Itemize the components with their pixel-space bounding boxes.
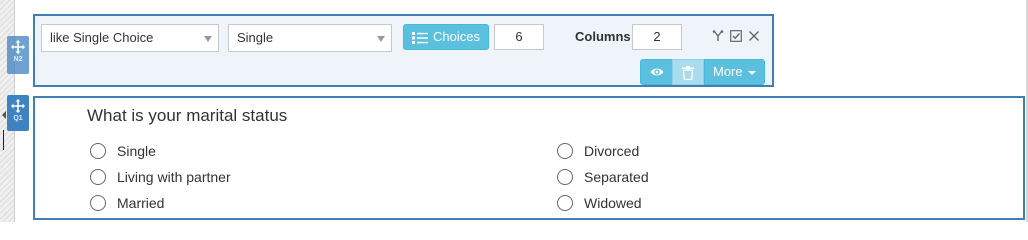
delete-button[interactable] — [672, 59, 704, 85]
preview-button[interactable] — [640, 59, 673, 85]
question-type-value: like Single Choice — [50, 30, 154, 45]
option-label: Married — [117, 195, 165, 211]
choices-button[interactable]: Choices — [403, 24, 489, 50]
choices-list-icon — [412, 32, 428, 44]
radio-button[interactable] — [557, 195, 573, 211]
option-label: Single — [117, 143, 156, 159]
close-icon[interactable] — [748, 30, 760, 42]
question-toolbar: like Single Choice Single Choices 6 Colu… — [33, 14, 774, 87]
eye-icon — [650, 68, 663, 76]
question-type-select[interactable]: like Single Choice — [41, 24, 219, 52]
more-button[interactable]: More — [704, 59, 765, 85]
handle-label: N2 — [13, 56, 23, 63]
columns-label: Columns — [575, 29, 631, 44]
radio-button[interactable] — [90, 195, 106, 211]
question-title: What is your marital status — [87, 106, 288, 125]
columns-count-input[interactable]: 2 — [632, 24, 682, 50]
toolbar-drag-handle[interactable]: N2 — [7, 36, 29, 74]
selection-mode-select[interactable]: Single — [228, 24, 392, 52]
choices-button-label: Choices — [433, 29, 480, 44]
option-label: Divorced — [584, 143, 640, 159]
caret-left-icon — [2, 111, 6, 119]
branch-icon[interactable] — [712, 30, 724, 42]
move-icon — [11, 99, 25, 113]
option-label: Living with partner — [117, 169, 231, 185]
more-button-label: More — [713, 64, 743, 79]
move-icon — [11, 40, 25, 54]
option-label: Separated — [584, 169, 649, 185]
radio-button[interactable] — [557, 169, 573, 185]
trash-icon — [682, 66, 694, 80]
radio-button[interactable] — [90, 169, 106, 185]
checkbox-icon[interactable] — [730, 30, 742, 42]
choices-count-input[interactable]: 6 — [494, 24, 544, 50]
option-label: Widowed — [584, 195, 642, 211]
question-panel[interactable]: What is your marital status Single Livin… — [33, 96, 1025, 220]
question-drag-handle[interactable]: Q1 — [7, 95, 29, 131]
selection-mode-value: Single — [237, 30, 274, 45]
radio-button[interactable] — [557, 143, 573, 159]
radio-button[interactable] — [90, 143, 106, 159]
chevron-down-icon — [204, 36, 212, 42]
caret-down-icon — [748, 71, 756, 75]
text-cursor — [3, 130, 4, 150]
chevron-down-icon — [377, 36, 385, 42]
handle-label: Q1 — [13, 115, 23, 122]
